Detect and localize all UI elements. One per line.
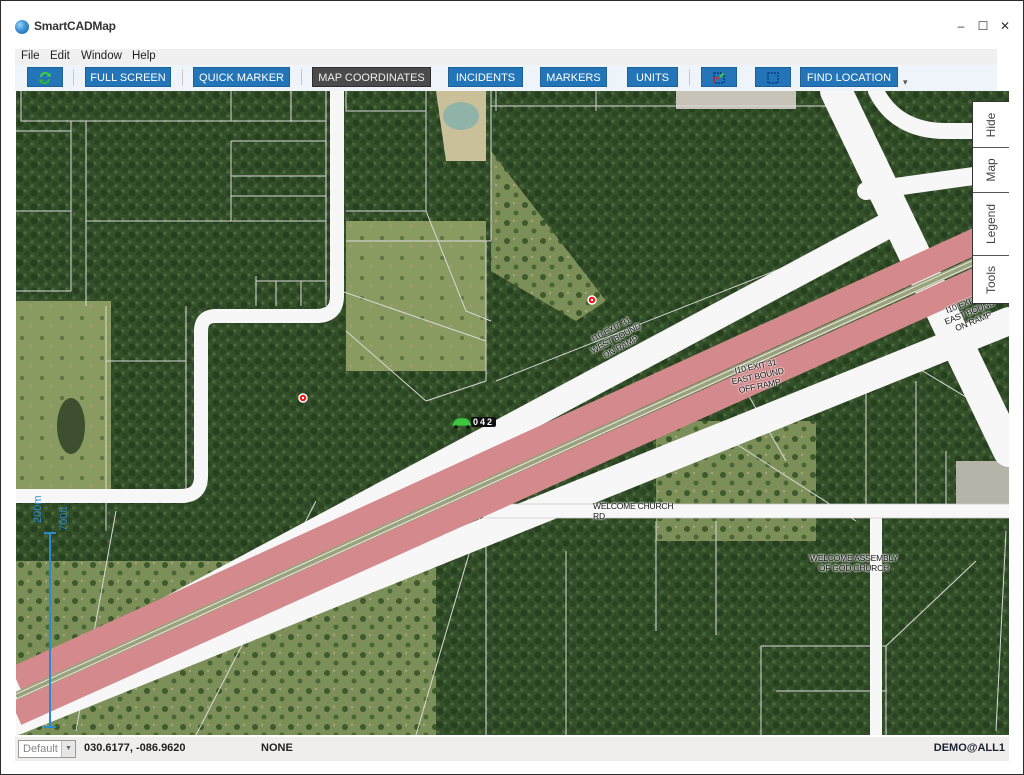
pond bbox=[57, 398, 85, 454]
menu-window[interactable]: Window bbox=[81, 50, 122, 62]
maximize-button[interactable]: ☐ bbox=[973, 17, 993, 35]
full-screen-button[interactable]: FULL SCREEN bbox=[85, 67, 171, 87]
toolbar-separator bbox=[301, 69, 302, 85]
quick-marker-button[interactable]: QUICK MARKER bbox=[193, 67, 290, 87]
selection-status: NONE bbox=[261, 742, 293, 754]
zoom-extent-button[interactable] bbox=[701, 67, 737, 87]
toolbar-separator bbox=[689, 69, 690, 85]
incidents-button[interactable]: INCIDENTS bbox=[448, 67, 523, 87]
map-coordinates-button[interactable]: MAP COORDINATES bbox=[312, 67, 431, 87]
map-view[interactable]: 042 I10 EXIT 31 WEST BOUND ON RAMP I10 E… bbox=[16, 91, 1009, 735]
menu-edit[interactable]: Edit bbox=[50, 50, 70, 62]
units-button[interactable]: UNITS bbox=[627, 67, 678, 87]
status-bar: Default ▼ 030.6177, -086.9620 NONE DEMO@… bbox=[15, 737, 1009, 761]
pond bbox=[443, 102, 479, 130]
coordinates-readout: 030.6177, -086.9620 bbox=[84, 742, 186, 754]
title-bar: SmartCADMap – ☐ ✕ bbox=[1, 1, 1023, 45]
building-lot bbox=[956, 461, 1009, 511]
side-panel-tabs: Hide Map Legend Tools bbox=[972, 101, 1009, 304]
toolbar: FULL SCREEN QUICK MARKER MAP COORDINATES… bbox=[15, 65, 997, 91]
refresh-icon bbox=[39, 72, 51, 84]
toolbar-overflow-icon[interactable]: ▾ bbox=[903, 77, 908, 88]
toolbar-separator bbox=[182, 69, 183, 85]
user-label: DEMO@ALL1 bbox=[933, 742, 1005, 754]
tab-map[interactable]: Map bbox=[973, 148, 1009, 193]
tab-legend[interactable]: Legend bbox=[973, 193, 1009, 256]
globe-icon bbox=[15, 20, 29, 34]
open-field bbox=[16, 301, 111, 501]
app-title: SmartCADMap bbox=[34, 19, 116, 33]
map-label-welcome-church-rd: WELCOME CHURCH RD bbox=[593, 501, 674, 521]
tab-hide[interactable]: Hide bbox=[973, 102, 1009, 148]
scale-metric-label: 200m bbox=[32, 495, 44, 523]
select-area-icon bbox=[767, 72, 779, 84]
layer-preset-select[interactable]: Default ▼ bbox=[18, 740, 76, 758]
markers-button[interactable]: MARKERS bbox=[540, 67, 607, 87]
menu-bar: File Edit Window Help bbox=[15, 49, 997, 65]
tab-tools[interactable]: Tools bbox=[973, 256, 1009, 303]
scale-imperial-label: 700ft bbox=[58, 506, 70, 531]
menu-help[interactable]: Help bbox=[132, 50, 156, 62]
layer-preset-value: Default bbox=[23, 743, 58, 755]
app-window: SmartCADMap – ☐ ✕ File Edit Window Help … bbox=[0, 0, 1024, 775]
unit-id-label[interactable]: 042 bbox=[471, 417, 497, 427]
incident-marker[interactable] bbox=[587, 295, 597, 305]
close-button[interactable]: ✕ bbox=[995, 17, 1015, 35]
toolbar-separator bbox=[73, 69, 74, 85]
minimize-button[interactable]: – bbox=[951, 17, 971, 35]
incident-marker[interactable] bbox=[298, 393, 308, 403]
map-canvas[interactable] bbox=[16, 91, 1009, 735]
chevron-down-icon[interactable]: ▼ bbox=[61, 741, 75, 757]
open-field bbox=[346, 221, 486, 371]
refresh-button[interactable] bbox=[27, 67, 63, 87]
select-area-button[interactable] bbox=[755, 67, 791, 87]
map-label-assembly-church: WELCOME ASSEMBLY OF GOD CHURCH bbox=[810, 553, 898, 573]
zoom-extent-icon bbox=[713, 72, 725, 84]
find-location-button[interactable]: FIND LOCATION bbox=[800, 67, 898, 87]
menu-file[interactable]: File bbox=[21, 50, 40, 62]
